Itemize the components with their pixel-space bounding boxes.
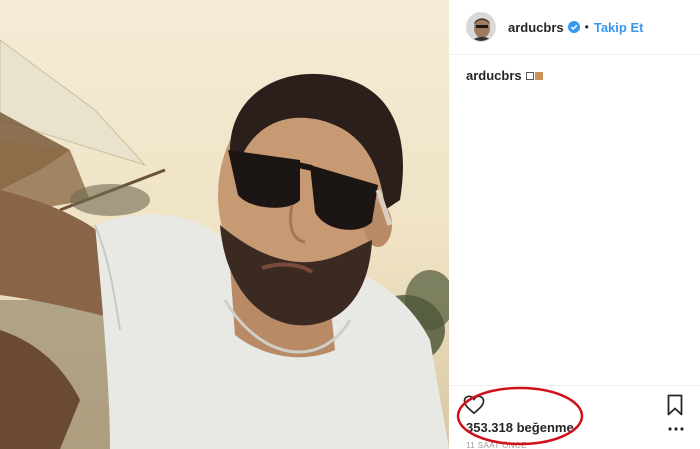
post-timestamp[interactable]: 11 SAAT ÖNCE	[466, 441, 527, 449]
avatar[interactable]	[466, 12, 496, 42]
avatar-image	[467, 13, 495, 41]
likes-count[interactable]: 353.318 beğenme	[466, 420, 574, 435]
bookmark-outline-icon[interactable]	[667, 394, 683, 416]
selfie-photo	[0, 39, 449, 449]
follow-button[interactable]: Takip Et	[594, 20, 644, 35]
username-link[interactable]: arducbrs	[508, 20, 564, 35]
caption-emoji	[525, 71, 543, 80]
post-actions: 353.318 beğenme 11 SAAT ÖNCE	[449, 385, 700, 449]
post-sidebar: arducbrs • Takip Et arducbrs 353.318 beğ…	[449, 0, 700, 449]
post-header: arducbrs • Takip Et	[449, 0, 700, 55]
heart-outline-icon[interactable]	[463, 395, 485, 415]
post-photo[interactable]	[0, 0, 449, 449]
verified-badge-icon	[567, 21, 580, 33]
more-options-icon[interactable]	[667, 424, 685, 434]
caption-username-link[interactable]: arducbrs	[466, 68, 522, 83]
brown-square-emoji	[534, 71, 543, 80]
white-square-emoji	[525, 71, 534, 80]
post-caption: arducbrs	[466, 68, 543, 83]
header-separator: •	[584, 20, 589, 34]
